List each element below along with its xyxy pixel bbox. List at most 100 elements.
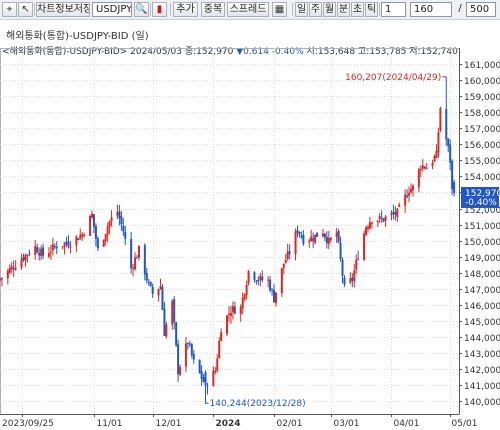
candle-body [163,308,166,336]
candle-body [120,216,123,225]
y-tick-label: 157,000 [464,125,500,135]
candle-body [96,238,99,249]
chart-type-icon[interactable]: ▮ [152,2,167,17]
day-button[interactable]: 일 [295,2,308,17]
count-field[interactable]: 160 [410,2,452,17]
x-tick-label: 02/01 [277,419,303,429]
minute-button[interactable]: 분 [337,2,350,17]
cursor-icon[interactable]: ↖ [18,2,33,17]
candle-body [69,246,72,248]
price-badge [461,186,499,208]
candle-body [355,259,358,270]
candle-body [439,108,442,131]
candle-body [453,182,456,193]
candle-body [226,315,229,334]
candle-body [14,267,17,270]
crosshair-icon[interactable]: ⌖ [2,2,17,17]
search-icon[interactable]: 🔍 [134,2,149,17]
candle-body [257,280,260,282]
spread-button[interactable]: 스프레드 [227,2,269,17]
candle-body [378,216,381,219]
low-marker [205,397,209,404]
candle-body [151,286,154,294]
candle-body [81,234,84,237]
candle-body [198,359,201,373]
candle-body [392,211,395,214]
candle-body [132,267,135,269]
x-tick-label: 03/01 [334,419,360,429]
candle-body [12,268,15,270]
candle-body [65,241,68,244]
candle-body [83,234,86,236]
tick-button[interactable]: 틱 [365,2,378,17]
candle-body [77,238,80,241]
chart-window: ⌖ ↖ 차트정보저장 USDJPY 🔍 ▮ 추가 중복 스프레드 ▦ 일 주 월 분 초 틱 1 160/500 … [0,0,500,430]
candle-body [239,306,242,315]
candle-body [147,281,150,283]
candle-body [200,371,203,379]
candle-body [302,235,305,244]
candle-body [218,340,221,359]
candle-body [159,286,162,290]
candle-body [51,244,54,251]
candle-body [445,109,448,140]
overlay-button[interactable]: 중복 [201,2,225,17]
candle-body [40,248,43,257]
y-tick-label: 153,000 [464,189,500,199]
price-info-change: ▼0.614 -0.40% [236,47,304,57]
candle-body [282,263,285,268]
candle-body [233,306,236,314]
candle-body [451,160,454,190]
candle-body [206,385,209,387]
y-tick-label: 151,000 [464,222,500,232]
add-button[interactable]: 추가 [173,2,198,17]
candle-body [42,247,45,256]
panel-title: 해외통화(통합)-USDJPY-BID (일) [6,31,149,42]
candle-body [343,277,346,285]
candle-body [280,268,283,294]
candle-body [329,237,332,240]
slash-label: / [458,3,462,14]
month-button[interactable]: 월 [323,2,336,17]
y-tick-label: 145,000 [464,318,500,328]
y-tick-label: 148,000 [464,270,500,280]
candle-body [136,257,139,259]
candle-body [273,290,276,303]
candle-body [10,266,13,270]
grid-icon[interactable]: ▦ [272,2,287,17]
candle-body [175,322,178,346]
symbol-select[interactable]: USDJPY [92,2,132,17]
candlestick-chart[interactable]: 140,000 141,000 142,000 143,000 144,000 145,0… [0,0,500,430]
candle-body [26,254,29,256]
candle-body [245,284,248,296]
candle-body [173,299,176,322]
candle-body [419,168,422,170]
candle-body [335,232,338,237]
second-button[interactable]: 초 [351,2,364,17]
candle-body [75,236,78,246]
candle-body [370,222,373,224]
candle-body [79,235,82,239]
candle-body [247,270,250,283]
y-tick-label: 159,000 [464,93,500,103]
axes: 140,000 141,000 142,000 143,000 144,000 145,0… [0,48,500,429]
period-select[interactable]: 1 [381,2,406,17]
save-chart-button[interactable]: 차트정보저장 [36,2,90,17]
candle-body [157,289,160,296]
x-tick-label: 11/01 [97,419,123,429]
y-tick-label: 141,000 [464,382,500,392]
candle-body [396,208,399,217]
candle-body [231,305,234,312]
candle-body [308,240,311,243]
grid-lines [0,48,460,415]
toolbar-separator [292,3,293,16]
candle-body [171,300,174,325]
candle-body [49,251,52,253]
candle-body [22,257,25,260]
week-button[interactable]: 주 [309,2,322,17]
candle-body [431,162,434,166]
candle-body [190,344,193,356]
candle-body [312,238,315,241]
y-tick-label: 149,000 [464,254,500,264]
max-count-label[interactable]: 500 [466,2,496,17]
